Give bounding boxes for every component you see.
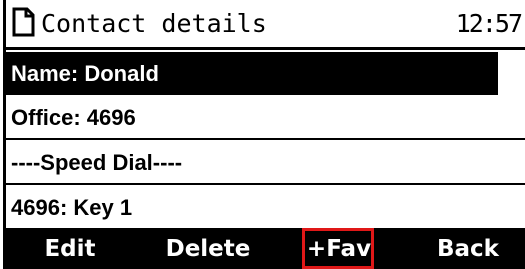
add-favorite-softkey[interactable]: +Fav xyxy=(303,230,375,269)
phone-screen: Contact details 12:57 Name: Donald Offic… xyxy=(0,0,525,269)
softkey-bar: Edit Delete +Fav Back xyxy=(3,230,525,269)
contact-card-icon xyxy=(12,7,35,37)
row-name[interactable]: Name: Donald xyxy=(3,52,498,95)
row-office[interactable]: Office: 4696 xyxy=(3,95,525,140)
edit-softkey[interactable]: Edit xyxy=(25,230,115,269)
row-speed-dial-header: ----Speed Dial---- xyxy=(3,140,525,185)
row-speed-dial-key[interactable]: 4696: Key 1 xyxy=(3,185,525,230)
title-bar: Contact details 12:57 xyxy=(3,0,525,50)
delete-softkey[interactable]: Delete xyxy=(143,230,273,269)
page-title: Contact details xyxy=(41,9,267,38)
clock: 12:57 xyxy=(455,9,523,38)
back-softkey[interactable]: Back xyxy=(423,230,513,269)
